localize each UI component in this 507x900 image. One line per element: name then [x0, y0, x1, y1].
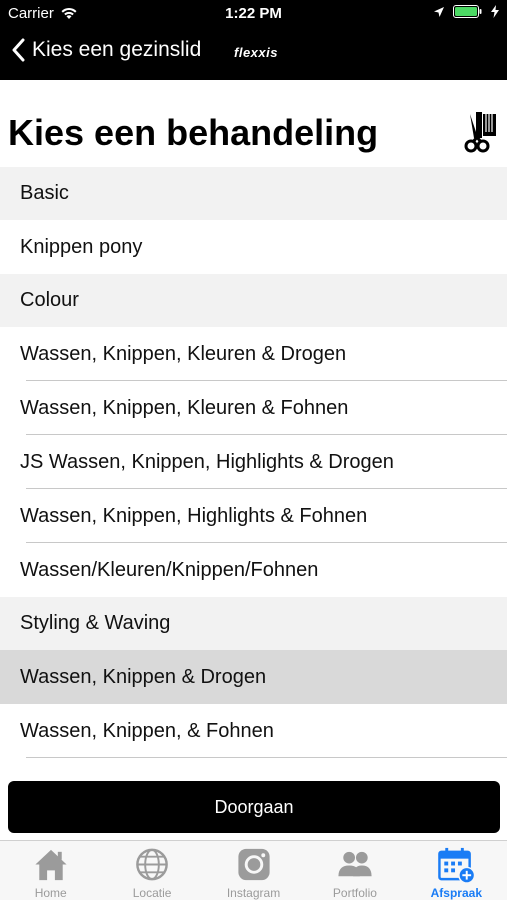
treatment-item[interactable]: Wassen, Knippen, Highlights & Fohnen	[0, 489, 507, 543]
calendar-add-icon	[438, 847, 476, 884]
treatment-item[interactable]: Wassen, Knippen, & Fohnen	[0, 704, 507, 758]
brand-logo: flexxis	[234, 45, 278, 60]
battery-icon	[453, 5, 482, 18]
tab-bar: Home Locatie Instagram Portfolio Afspraa…	[0, 840, 507, 900]
treatment-item-label: Knippen pony	[20, 235, 143, 258]
globe-icon	[136, 848, 168, 881]
back-button[interactable]: Kies een gezinslid	[12, 38, 201, 62]
page-header: Kies een behandeling	[0, 80, 507, 168]
tab-label: Home	[34, 886, 67, 900]
location-arrow-icon	[434, 6, 444, 17]
status-bar: Carrier 1:22 PM	[0, 0, 507, 28]
section-header-basic: Basic	[0, 167, 507, 220]
treatment-item-selected[interactable]: Wassen, Knippen & Drogen	[0, 650, 507, 704]
tab-label: Instagram	[226, 886, 281, 900]
treatment-item-label: Wassen/Kleuren/Knippen/Fohnen	[20, 558, 319, 581]
treatment-item-label: Wassen, Knippen & Drogen	[20, 665, 267, 688]
tab-instagram[interactable]: Instagram	[203, 841, 304, 900]
continue-button[interactable]: Doorgaan	[8, 781, 500, 833]
scissors-comb-icon	[464, 112, 496, 153]
status-time: 1:22 PM	[225, 5, 282, 22]
treatment-item[interactable]: Wassen, Knippen, Kleuren & Fohnen	[0, 381, 507, 435]
tab-portfolio[interactable]: Portfolio	[304, 841, 405, 900]
tab-label: Afspraak	[430, 886, 482, 900]
tab-label: Locatie	[132, 886, 172, 900]
treatment-item-label: Wassen, Knippen, Kleuren & Fohnen	[20, 396, 349, 419]
treatment-item[interactable]: Wassen/Kleuren/Knippen/Fohnen	[0, 543, 507, 597]
charging-icon	[491, 5, 499, 18]
section-header-colour: Colour	[0, 274, 507, 327]
tab-locatie[interactable]: Locatie	[101, 841, 202, 900]
status-right	[433, 5, 499, 18]
tab-home[interactable]: Home	[0, 841, 101, 900]
instagram-icon	[237, 848, 270, 881]
treatment-item-label: Wassen, Knippen, & Fohnen	[20, 719, 274, 742]
treatment-item-label: Wassen, Knippen, Highlights & Fohnen	[20, 504, 368, 527]
treatment-item-label: JS Wassen, Knippen, Highlights & Drogen	[20, 450, 394, 473]
back-label: Kies een gezinslid	[32, 38, 202, 61]
home-icon	[35, 849, 67, 881]
section-header-styling: Styling & Waving	[0, 597, 507, 650]
treatment-item[interactable]: Wassen, Knippen, Kleuren & Drogen	[0, 327, 507, 381]
treatment-list: Basic Knippen pony Colour Wassen, Knippe…	[0, 167, 507, 758]
page-title: Kies een behandeling	[8, 112, 379, 153]
tab-afspraak[interactable]: Afspraak	[406, 841, 507, 900]
navigation-bar: Kies een gezinslid flexxis	[0, 28, 507, 80]
tab-label: Portfolio	[332, 886, 377, 900]
people-icon	[338, 851, 372, 877]
treatment-item[interactable]: Knippen pony	[0, 220, 507, 274]
treatment-item-label: Wassen, Knippen, Kleuren & Drogen	[20, 342, 347, 365]
chevron-left-icon	[12, 38, 25, 62]
treatment-item[interactable]: JS Wassen, Knippen, Highlights & Drogen	[0, 435, 507, 489]
